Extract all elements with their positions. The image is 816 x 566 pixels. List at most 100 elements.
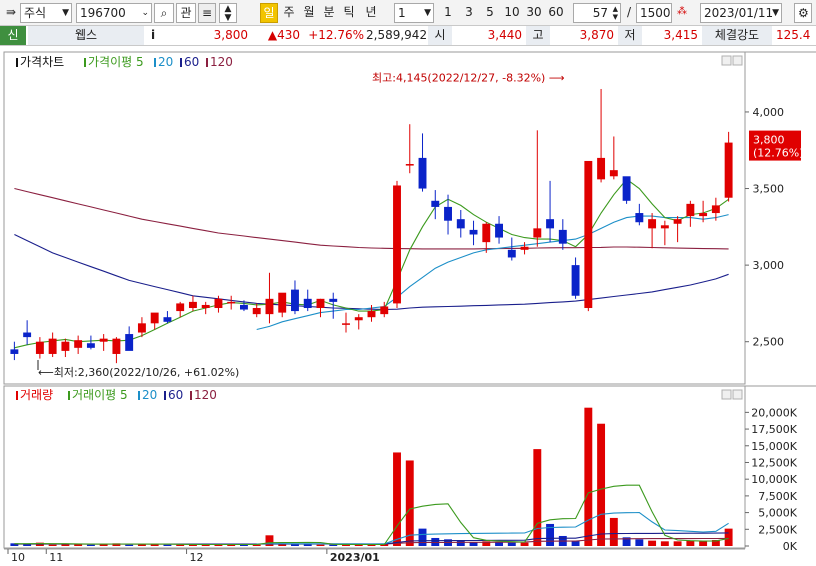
x-tick-label: 2023/01 xyxy=(330,551,380,564)
quick-10[interactable]: 10 xyxy=(502,3,522,23)
quick-60[interactable]: 60 xyxy=(546,3,566,23)
chevron-down-icon: ▼ xyxy=(424,8,431,18)
date-value: 2023/01/11 xyxy=(704,6,774,20)
candle-body xyxy=(201,304,210,309)
volume-bar xyxy=(673,541,682,546)
legend-marker xyxy=(206,58,208,67)
stock-info-bar: 신 웹스 i 3,800 ▲430 +12.76% 2,589,942 시 3,… xyxy=(0,26,816,46)
recent-button[interactable]: ≡ xyxy=(198,3,216,23)
volume-tick-label: 15,000K xyxy=(751,440,797,453)
stock-name: 웹스 xyxy=(28,26,144,45)
price-tick-label: 3,000 xyxy=(753,259,785,272)
candle-body xyxy=(291,289,299,312)
low-annotation: ⟵최저:2,360(2022/10/26, +61.02%) xyxy=(38,366,239,379)
market-select[interactable]: 주식 ▼ xyxy=(20,3,72,23)
legend-marker xyxy=(16,58,18,67)
candle-body xyxy=(622,176,631,201)
volume-bar xyxy=(584,407,593,546)
quick-5[interactable]: 5 xyxy=(482,3,498,23)
legend-marker xyxy=(138,391,140,400)
price-tick-label: 4,000 xyxy=(753,106,785,119)
candle-body xyxy=(227,301,236,304)
candle-body xyxy=(609,170,618,177)
price-legend-item: 120 xyxy=(210,55,233,69)
chevron-down-icon: ⌄ xyxy=(141,8,149,18)
candle-body xyxy=(35,341,44,354)
high-annotation: 최고:4,145(2022/12/27, -8.32%) ⟶ xyxy=(372,72,565,85)
candle-body xyxy=(74,340,83,348)
candle-body xyxy=(495,223,503,238)
quick-3[interactable]: 3 xyxy=(461,3,477,23)
multiplier-value: 1 xyxy=(398,6,406,20)
volume-tick-label: 20,000K xyxy=(751,406,797,419)
candle-body xyxy=(354,317,363,321)
legend-marker xyxy=(84,58,86,67)
code-input[interactable]: 196700 ⌄ xyxy=(76,3,152,23)
price-tick-label: 2,500 xyxy=(753,336,785,349)
screen-icon[interactable]: ⇛ xyxy=(3,3,19,23)
candle-body xyxy=(10,349,19,354)
low-price: 3,415 xyxy=(663,28,698,42)
multiplier-select[interactable]: 1 ▼ xyxy=(394,3,434,23)
volume-tick-label: 10,000K xyxy=(751,473,797,486)
volume-bar xyxy=(418,528,427,546)
candle-body xyxy=(303,298,312,309)
period-year[interactable]: 년 xyxy=(362,3,380,23)
volume-bar xyxy=(393,452,401,546)
legend-marker xyxy=(190,391,192,400)
code-value: 196700 xyxy=(80,6,126,20)
candle-body xyxy=(648,219,657,229)
total-input[interactable]: 1500 xyxy=(636,3,672,23)
period-month[interactable]: 월 xyxy=(300,3,318,23)
volume-tick-label: 12,500K xyxy=(751,456,797,469)
volume-bar xyxy=(316,544,325,546)
period-minute[interactable]: 분 xyxy=(320,3,338,23)
market-label: 주식 xyxy=(24,6,47,20)
candle-body xyxy=(724,142,733,198)
price-change: ▲430 xyxy=(267,28,300,42)
current-price-label: 3,800 xyxy=(753,134,785,147)
candle-body xyxy=(418,157,427,189)
volume-bar xyxy=(699,541,708,546)
pane-close-icon xyxy=(732,389,743,400)
candle-body xyxy=(150,312,159,324)
strength-value: 125.4 xyxy=(776,28,811,42)
period-day[interactable]: 일 xyxy=(260,3,278,23)
volume-bar xyxy=(686,540,695,546)
candle-body xyxy=(546,219,555,229)
volume-legend-item: 거래이평 5 xyxy=(72,388,128,402)
quick-30[interactable]: 30 xyxy=(524,3,544,23)
legend-marker xyxy=(154,58,156,67)
period-tick[interactable]: 틱 xyxy=(340,3,358,23)
volume-bar xyxy=(533,449,542,546)
volume-bar xyxy=(163,544,172,546)
realtime-icon[interactable]: ⁂ xyxy=(674,3,690,23)
legend-marker xyxy=(180,58,182,67)
count-stepper[interactable]: 57 ▲ ▼ xyxy=(573,3,621,23)
quick-1[interactable]: 1 xyxy=(440,3,456,23)
high-price: 3,870 xyxy=(579,28,614,42)
volume-bar xyxy=(125,544,134,546)
search-button[interactable]: ⌕ xyxy=(154,3,174,23)
candle-body xyxy=(278,292,287,313)
gwan-button[interactable]: 관 xyxy=(176,3,196,23)
candle-body xyxy=(711,205,720,214)
settings-button[interactable]: ⚙ xyxy=(794,3,812,23)
date-select[interactable]: 2023/01/11 ▼ xyxy=(700,3,782,23)
volume-bar xyxy=(507,542,516,546)
high-label: 고 xyxy=(526,26,550,45)
period-week[interactable]: 주 xyxy=(280,3,298,23)
legend-marker xyxy=(68,391,70,400)
strength-label: 체결강도 xyxy=(702,26,772,45)
search-icon: ⌕ xyxy=(160,6,168,20)
volume-bar xyxy=(660,541,669,546)
stepper-button[interactable]: ▲ ▼ xyxy=(219,3,237,23)
stock-chart[interactable]: 4,000 3,500 3,000 2,500 3,800(12.76%) 최고:4,14… xyxy=(0,46,816,566)
gwan-label: 관 xyxy=(180,6,192,20)
candle-body xyxy=(507,249,516,258)
info-button[interactable]: i xyxy=(146,26,160,45)
candle-body xyxy=(99,338,108,342)
candle-body xyxy=(584,160,593,309)
chevron-down-icon: ▼ xyxy=(772,8,779,18)
candle-body xyxy=(86,343,95,348)
